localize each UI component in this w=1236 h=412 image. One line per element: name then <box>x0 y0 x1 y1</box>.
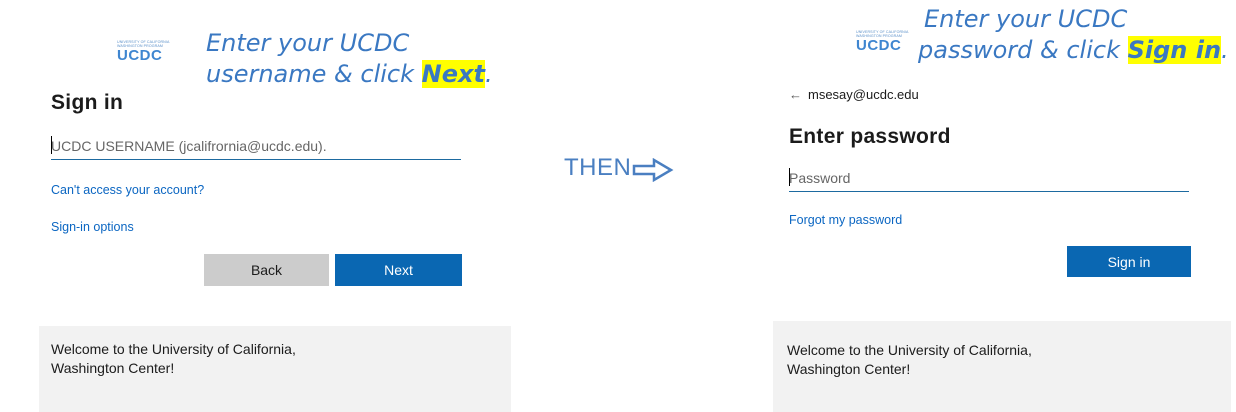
right-instruction-suffix: . <box>1221 36 1229 64</box>
ucdc-logo-right: UNIVERSITY OF CALIFORNIA WASHINGTON PROG… <box>856 30 916 53</box>
logo-mark: UCDC <box>117 47 163 65</box>
right-instruction-prefix: password & click <box>918 36 1128 64</box>
left-instruction: Enter your UCDC username & click Next. <box>206 28 493 90</box>
left-instruction-highlight: Next <box>421 60 485 88</box>
sign-in-options-link[interactable]: Sign-in options <box>51 220 134 234</box>
back-button[interactable]: Back <box>204 254 329 286</box>
password-placeholder: Password <box>789 170 851 186</box>
right-instruction-highlight: Sign in <box>1127 36 1222 64</box>
account-email-row: ← msesay@ucdc.edu <box>789 87 919 102</box>
sign-in-title: Sign in <box>51 91 124 114</box>
right-footer-banner: Welcome to the University of California,… <box>773 321 1231 412</box>
back-arrow-icon[interactable]: ← <box>789 87 802 102</box>
username-placeholder: UCDC USERNAME (jcalifrornia@ucdc.edu). <box>51 138 327 154</box>
ucdc-logo-left: UNIVERSITY OF CALIFORNIA WASHINGTON PROG… <box>117 40 177 63</box>
username-input[interactable]: UCDC USERNAME (jcalifrornia@ucdc.edu). <box>51 130 461 160</box>
right-instruction-line2: password & click Sign in. <box>918 35 1229 66</box>
logo-mark-right: UCDC <box>856 37 902 55</box>
account-email: msesay@ucdc.edu <box>808 87 919 102</box>
left-instruction-line1: Enter your UCDC <box>206 29 410 57</box>
cant-access-account-link[interactable]: Can't access your account? <box>51 183 204 197</box>
forgot-password-link[interactable]: Forgot my password <box>789 213 902 227</box>
right-instruction-line1: Enter your UCDC <box>924 5 1128 33</box>
sign-in-button[interactable]: Sign in <box>1067 246 1191 277</box>
left-instruction-line2: username & click Next. <box>206 59 493 90</box>
right-arrow-icon <box>632 158 674 182</box>
right-instruction: Enter your UCDC password & click Sign in… <box>918 4 1229 66</box>
left-footer-banner: Welcome to the University of California,… <box>39 326 511 412</box>
left-instruction-prefix: username & click <box>206 60 422 88</box>
password-input[interactable]: Password <box>789 162 1189 192</box>
enter-password-title: Enter password <box>789 125 951 148</box>
next-button[interactable]: Next <box>335 254 462 286</box>
right-footer-text: Welcome to the University of California,… <box>787 342 1032 377</box>
left-instruction-suffix: . <box>484 60 493 88</box>
left-footer-text: Welcome to the University of California,… <box>51 341 296 376</box>
then-label: THEN <box>564 154 632 181</box>
